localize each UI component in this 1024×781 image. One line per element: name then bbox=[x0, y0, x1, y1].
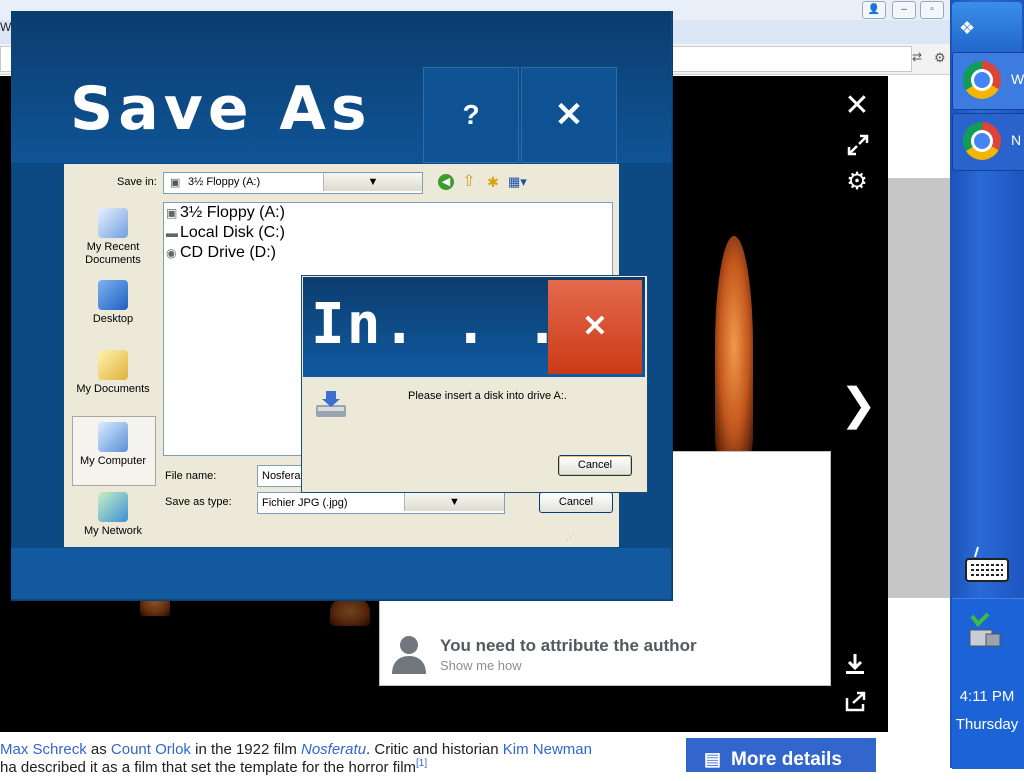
settings-wrench-icon[interactable]: ⚙ bbox=[934, 50, 946, 66]
place-label: Desktop bbox=[92, 313, 134, 325]
file-name: 3½ Floppy (A:) bbox=[180, 204, 285, 221]
chevron-right-icon[interactable]: ❯ bbox=[840, 382, 877, 428]
my-computer-icon bbox=[98, 422, 128, 452]
show-me-how-link[interactable]: Show me how bbox=[440, 658, 522, 673]
save-as-type-value: Fichier JPG (.jpg) bbox=[262, 497, 348, 509]
caption-link[interactable]: Count Orlok bbox=[111, 741, 191, 758]
new-folder-icon[interactable]: ✱ bbox=[484, 173, 502, 191]
dialog-title: Save As bbox=[70, 74, 372, 144]
close-button[interactable]: ✕ bbox=[521, 67, 617, 163]
floppy-drive-icon: ▣ bbox=[166, 206, 178, 220]
close-icon[interactable]: ✕ bbox=[843, 91, 871, 121]
list-item[interactable]: ▬ Local Disk (C:) bbox=[166, 224, 285, 242]
place-label: My Documents bbox=[76, 383, 150, 395]
chrome-icon bbox=[963, 61, 1001, 99]
place-my-recent-documents[interactable]: My Recent Documents bbox=[71, 208, 155, 267]
more-details-button[interactable]: ▤ More details bbox=[686, 738, 876, 772]
on-screen-keyboard-icon[interactable] bbox=[964, 545, 1010, 585]
file-name-label: File name: bbox=[165, 470, 217, 482]
cd-drive-icon: ◉ bbox=[166, 246, 177, 260]
place-desktop[interactable]: Desktop bbox=[71, 280, 155, 326]
resize-grip[interactable]: ⋰ bbox=[566, 532, 575, 543]
up-folder-icon[interactable]: ⇧ bbox=[460, 173, 478, 191]
expand-icon[interactable] bbox=[846, 133, 870, 157]
network-icon[interactable] bbox=[964, 612, 1004, 652]
image-caption-line2: ha described it as a film that set the t… bbox=[0, 758, 427, 776]
caption-link[interactable]: Max Schreck bbox=[0, 741, 87, 758]
caption-text: as bbox=[86, 741, 111, 758]
taskbar-task-chrome-2[interactable]: N bbox=[952, 113, 1024, 171]
place-label: My Recent Documents bbox=[85, 241, 141, 266]
user-avatar-icon bbox=[392, 634, 426, 674]
place-label: My Network bbox=[83, 525, 143, 537]
file-name: CD Drive (D:) bbox=[180, 244, 276, 261]
windows-logo-icon: ❖ bbox=[959, 18, 976, 38]
share-icon[interactable] bbox=[844, 690, 868, 712]
task-label: W bbox=[1011, 71, 1024, 87]
taskbar-task-chrome-1[interactable]: W bbox=[952, 52, 1024, 110]
cancel-button[interactable]: Cancel bbox=[558, 455, 632, 476]
chevron-down-icon[interactable]: ▼ bbox=[404, 493, 504, 511]
file-name: Local Disk (C:) bbox=[180, 224, 285, 241]
image-caption: Max Schreck as Count Orlok in the 1922 f… bbox=[0, 740, 690, 760]
clock-time[interactable]: 4:11 PM bbox=[950, 688, 1024, 705]
views-menu-icon[interactable]: ▦▾ bbox=[508, 173, 538, 191]
window-controls: 👤 – ▫ bbox=[862, 1, 948, 19]
save-in-label: Save in: bbox=[117, 176, 157, 188]
caption-link[interactable]: Nosferatu bbox=[301, 741, 366, 758]
list-item[interactable]: ▣ 3½ Floppy (A:) bbox=[166, 204, 285, 222]
insert-disk-message: Please insert a disk into drive A:. bbox=[408, 390, 567, 402]
caption-text: . Critic and historian bbox=[366, 741, 503, 758]
dialog-title: In. . . bbox=[311, 292, 562, 357]
place-my-computer[interactable]: My Computer bbox=[71, 422, 155, 468]
task-label: N bbox=[1011, 132, 1022, 148]
footnote-link[interactable]: [1] bbox=[416, 758, 427, 769]
save-in-value: 3½ Floppy (A:) bbox=[188, 176, 261, 188]
floppy-drive-icon: ▣ bbox=[170, 177, 181, 189]
desktop-icon bbox=[98, 280, 128, 310]
caption-link[interactable]: Kim Newman bbox=[503, 741, 592, 758]
disk-drive-icon bbox=[314, 389, 348, 421]
gear-icon[interactable]: ⚙ bbox=[843, 168, 871, 196]
caption-text: in the 1922 film bbox=[190, 741, 301, 758]
clock-day: Thursday bbox=[955, 716, 1019, 733]
restore-button[interactable]: ▫ bbox=[920, 1, 944, 19]
recent-documents-icon bbox=[98, 208, 128, 238]
browser-title-fragment: W bbox=[0, 20, 12, 34]
place-my-documents[interactable]: My Documents bbox=[71, 350, 155, 396]
attribution-title: You need to attribute the author bbox=[440, 636, 697, 655]
chrome-icon bbox=[963, 122, 1001, 160]
place-my-network[interactable]: My Network bbox=[71, 492, 155, 538]
my-documents-icon bbox=[98, 350, 128, 380]
save-as-type-label: Save as type: bbox=[165, 496, 232, 508]
close-button[interactable]: ✕ bbox=[548, 280, 642, 374]
chevron-down-icon[interactable]: ▼ bbox=[323, 173, 422, 191]
image-flame-shape bbox=[715, 236, 753, 456]
more-details-label: More details bbox=[731, 749, 842, 770]
hard-disk-icon: ▬ bbox=[166, 226, 178, 240]
download-icon[interactable] bbox=[842, 652, 868, 676]
cancel-button[interactable]: Cancel bbox=[539, 492, 613, 513]
minimize-button[interactable]: – bbox=[892, 1, 916, 19]
viewer-scroll-area[interactable] bbox=[888, 178, 950, 598]
user-icon[interactable]: 👤 bbox=[862, 1, 886, 19]
translate-icon[interactable]: ⇄ bbox=[912, 50, 922, 64]
document-icon: ▤ bbox=[704, 749, 722, 769]
list-item[interactable]: ◉ CD Drive (D:) bbox=[166, 244, 276, 262]
back-icon[interactable]: ◀ bbox=[438, 174, 454, 190]
save-as-footer bbox=[11, 548, 671, 599]
help-button[interactable]: ? bbox=[423, 67, 519, 163]
place-label: My Computer bbox=[79, 455, 147, 467]
my-network-icon bbox=[98, 492, 128, 522]
